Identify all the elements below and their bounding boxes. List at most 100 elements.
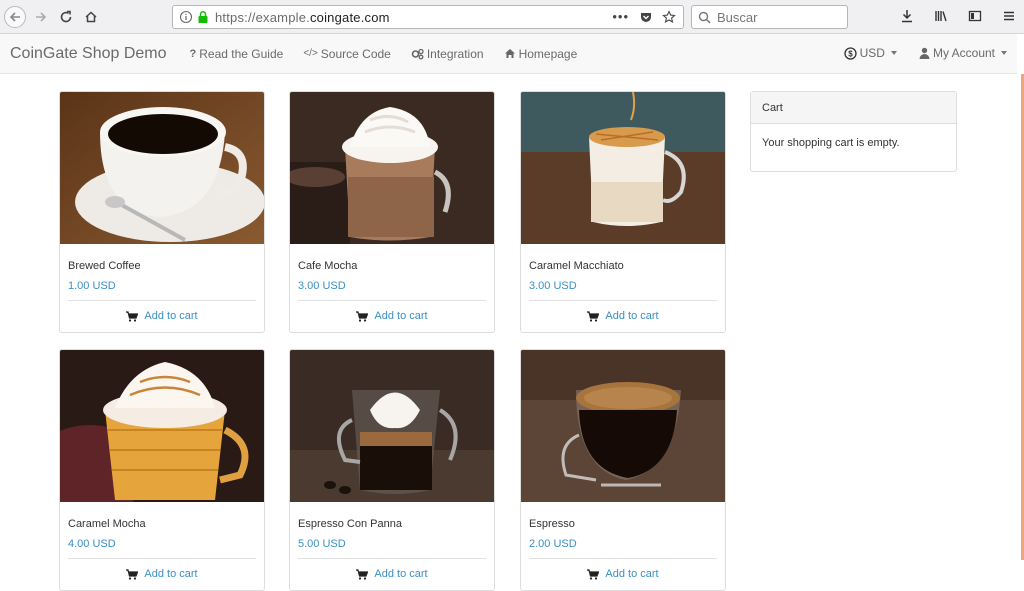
info-icon[interactable]: [179, 10, 193, 24]
currency-dropdown[interactable]: $ USD: [843, 46, 897, 60]
add-to-cart-button[interactable]: Add to cart: [521, 568, 725, 580]
search-icon: [698, 11, 711, 24]
gears-icon: [411, 48, 424, 59]
add-to-cart-label: Add to cart: [144, 310, 198, 322]
product-card: Espresso 2.00 USD Add to cart: [520, 349, 726, 591]
reload-icon: [60, 10, 72, 23]
svg-text:$: $: [848, 49, 853, 58]
cart-title: Cart: [751, 92, 956, 124]
divider: [298, 558, 486, 559]
download-icon[interactable]: [900, 9, 914, 23]
nav-link-integration[interactable]: Integration: [411, 47, 484, 61]
question-icon: ?: [189, 47, 197, 60]
cart-empty-message: Your shopping cart is empty.: [762, 137, 900, 149]
product-name[interactable]: Espresso: [529, 518, 575, 530]
cart-icon: [587, 310, 600, 322]
currency-label: USD: [859, 46, 885, 60]
lock-icon: [198, 11, 208, 23]
user-icon: [919, 47, 930, 59]
product-image[interactable]: [290, 350, 494, 502]
home-icon: [85, 11, 97, 23]
nav-link-read-the-guide[interactable]: ? Read the Guide: [190, 47, 284, 61]
add-to-cart-label: Add to cart: [605, 568, 659, 580]
product-price: 4.00 USD: [68, 538, 116, 550]
add-to-cart-button[interactable]: Add to cart: [290, 310, 494, 322]
home-icon: [504, 49, 515, 58]
cart-panel: Cart Your shopping cart is empty.: [750, 91, 957, 172]
product-price: 3.00 USD: [529, 280, 577, 292]
cart-icon: [126, 568, 139, 580]
divider: [298, 300, 486, 301]
forward-button[interactable]: [30, 6, 52, 28]
product-image[interactable]: [521, 92, 725, 244]
add-to-cart-label: Add to cart: [374, 568, 428, 580]
arrow-right-icon: [36, 12, 47, 22]
product-card: Caramel Macchiato 3.00 USD Add to cart: [520, 91, 726, 333]
product-card: Espresso Con Panna 5.00 USD Add to cart: [289, 349, 495, 591]
product-image[interactable]: [521, 350, 725, 502]
star-icon[interactable]: [662, 10, 676, 24]
cart-icon: [587, 568, 600, 580]
divider: [68, 558, 256, 559]
divider: [68, 300, 256, 301]
product-name[interactable]: Caramel Mocha: [68, 518, 146, 530]
back-button[interactable]: [4, 6, 26, 28]
product-card: Caramel Mocha 4.00 USD Add to cart: [59, 349, 265, 591]
url-bar[interactable]: https://example.coingate.com •••: [172, 5, 684, 29]
site-navbar: CoinGate Shop Demo ? Read the Guide </> …: [0, 34, 1017, 74]
url-text: https://example.coingate.com: [215, 9, 390, 25]
cart-icon: [126, 310, 139, 322]
search-placeholder: Buscar: [717, 9, 758, 25]
product-name[interactable]: Espresso Con Panna: [298, 518, 402, 530]
product-price: 5.00 USD: [298, 538, 346, 550]
caret-down-icon: [1001, 51, 1007, 55]
nav-link-label: Read the Guide: [199, 46, 284, 61]
cart-icon: [356, 310, 369, 322]
account-label: My Account: [932, 46, 995, 60]
hamburger-menu-icon[interactable]: [1002, 9, 1016, 23]
sidebar-icon[interactable]: [968, 9, 982, 23]
nav-link-label: Homepage: [518, 46, 578, 61]
product-image[interactable]: [60, 350, 264, 502]
library-icon[interactable]: [934, 9, 948, 23]
account-dropdown[interactable]: My Account: [919, 46, 1007, 60]
add-to-cart-button[interactable]: Add to cart: [290, 568, 494, 580]
nav-link-label: Source Code: [320, 46, 391, 61]
product-name[interactable]: Brewed Coffee: [68, 260, 141, 272]
product-price: 3.00 USD: [298, 280, 346, 292]
product-image[interactable]: [290, 92, 494, 244]
product-name[interactable]: Cafe Mocha: [298, 260, 357, 272]
divider: [529, 558, 717, 559]
arrow-left-icon: [9, 12, 20, 22]
nav-link-label: Integration: [426, 46, 484, 61]
add-to-cart-label: Add to cart: [605, 310, 659, 322]
pocket-icon[interactable]: [639, 10, 653, 24]
add-to-cart-button[interactable]: Add to cart: [60, 568, 264, 580]
home-button[interactable]: [80, 6, 102, 28]
add-to-cart-button[interactable]: Add to cart: [521, 310, 725, 322]
page-actions-icon[interactable]: •••: [612, 9, 629, 24]
add-to-cart-button[interactable]: Add to cart: [60, 310, 264, 322]
reload-button[interactable]: [55, 6, 77, 28]
nav-right: $ USD My Account: [843, 46, 1007, 60]
product-card: Cafe Mocha 3.00 USD Add to cart: [289, 91, 495, 333]
add-to-cart-label: Add to cart: [144, 568, 198, 580]
product-name[interactable]: Caramel Macchiato: [529, 260, 624, 272]
product-price: 1.00 USD: [68, 280, 116, 292]
divider: [529, 300, 717, 301]
product-card: Brewed Coffee 1.00 USD Add to cart: [59, 91, 265, 333]
product-price: 2.00 USD: [529, 538, 577, 550]
nav-link-homepage[interactable]: Homepage: [504, 46, 578, 61]
search-input[interactable]: Buscar: [691, 5, 848, 29]
caret-down-icon: [890, 51, 897, 55]
brand-link[interactable]: CoinGate Shop Demo: [10, 45, 167, 63]
code-icon: </>: [303, 48, 318, 59]
browser-tools: [900, 9, 1016, 23]
dollar-circle-icon: $: [843, 46, 857, 60]
add-to-cart-label: Add to cart: [374, 310, 428, 322]
browser-toolbar: https://example.coingate.com ••• Buscar: [0, 0, 1024, 34]
nav-link-source-code[interactable]: </> Source Code: [303, 47, 391, 61]
cart-icon: [356, 568, 369, 580]
nav-links: ? Read the Guide </> Source Code Integra…: [190, 47, 578, 61]
product-image[interactable]: [60, 92, 264, 244]
